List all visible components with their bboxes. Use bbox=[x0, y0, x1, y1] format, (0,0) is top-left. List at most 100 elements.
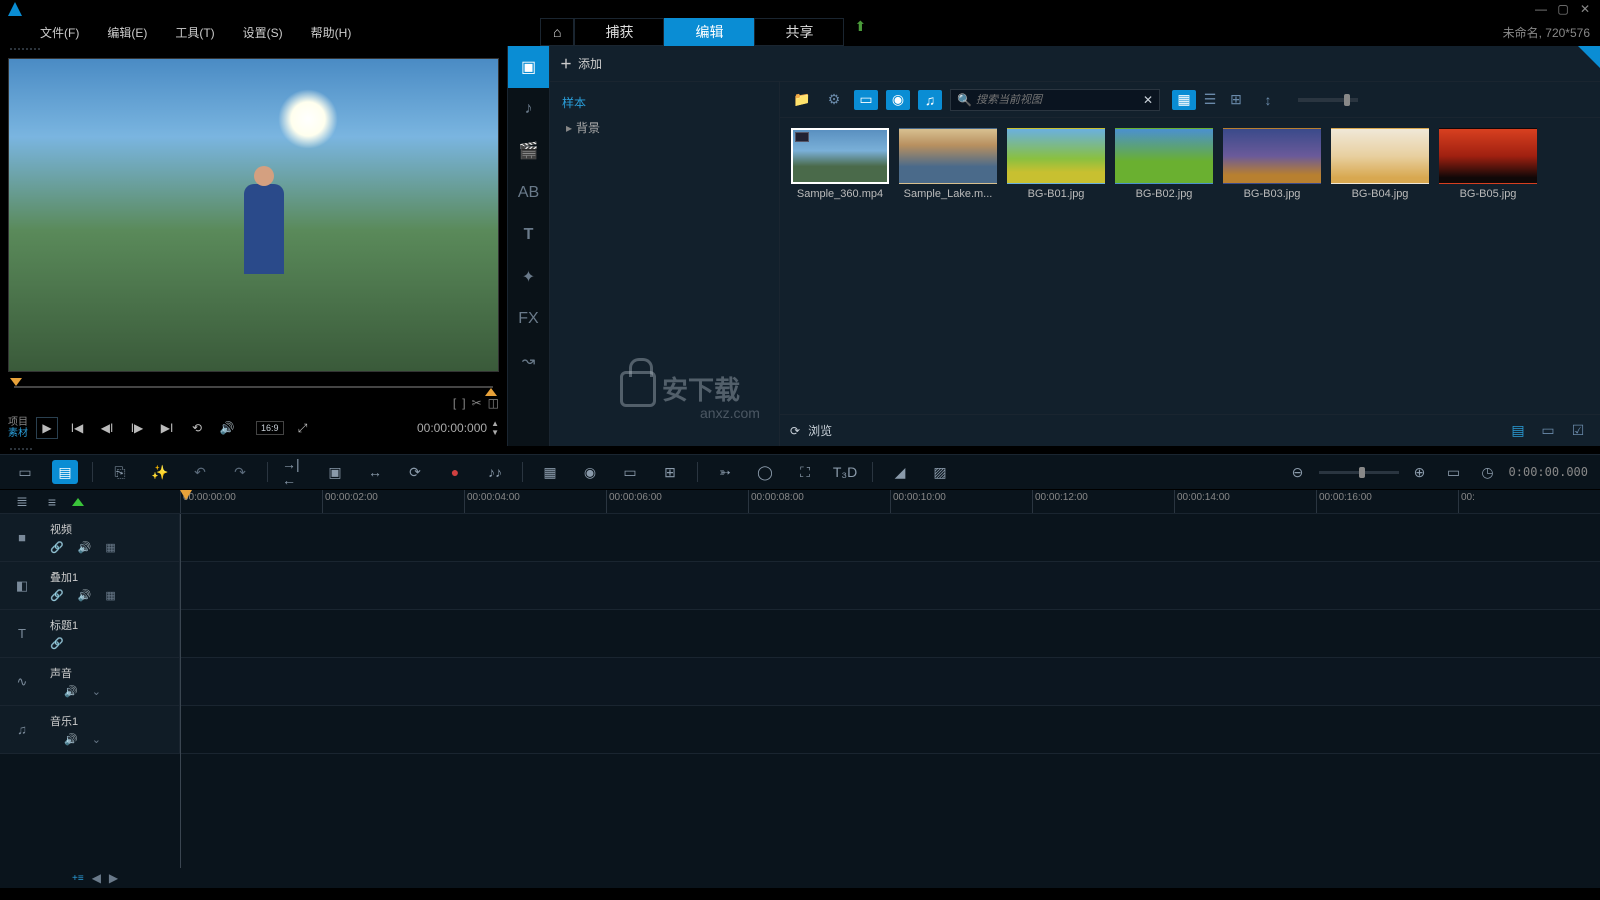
media-item[interactable]: BG-B04.jpg bbox=[1330, 128, 1430, 200]
overlay-icon[interactable]: ◉ bbox=[577, 460, 603, 484]
track-ctrl-icon[interactable]: 🔗 bbox=[50, 637, 64, 650]
crop-icon[interactable]: ▣ bbox=[322, 460, 348, 484]
menu-tools[interactable]: 工具(T) bbox=[175, 24, 214, 41]
go-start-button[interactable]: I◀ bbox=[66, 417, 88, 439]
zoom-in-icon[interactable]: ⊕ bbox=[1407, 460, 1433, 484]
track-ctrl-icon[interactable]: ⌄ bbox=[92, 733, 101, 746]
tab-share[interactable]: 共享 bbox=[754, 18, 844, 46]
track-ctrl-icon[interactable]: ▦ bbox=[105, 589, 115, 602]
track-lane[interactable] bbox=[180, 658, 1600, 705]
minimize-button[interactable]: — bbox=[1534, 3, 1548, 15]
storyboard-view-icon[interactable]: ▭ bbox=[12, 460, 38, 484]
track-ctrl-icon[interactable]: 🔗 bbox=[50, 589, 64, 602]
go-end-button[interactable]: ▶I bbox=[156, 417, 178, 439]
play-button[interactable]: ▶ bbox=[36, 417, 58, 439]
pan-zoom-icon[interactable]: ⛶ bbox=[792, 460, 818, 484]
libtab-audio[interactable]: ♪ bbox=[508, 88, 549, 130]
volume-button[interactable]: 🔊 bbox=[216, 417, 238, 439]
prev-frame-button[interactable]: ◀I bbox=[96, 417, 118, 439]
menu-edit[interactable]: 编辑(E) bbox=[107, 24, 147, 41]
track-lane[interactable] bbox=[180, 514, 1600, 561]
footer-panel-icon[interactable]: ▭ bbox=[1536, 421, 1560, 441]
scroll-right-icon[interactable]: ▶ bbox=[109, 871, 118, 885]
track-ctrl-icon[interactable]: 🔊 bbox=[78, 541, 92, 554]
loop-button[interactable]: ⟲ bbox=[186, 417, 208, 439]
preview-viewport[interactable] bbox=[8, 58, 499, 372]
media-item[interactable]: BG-B02.jpg bbox=[1114, 128, 1214, 200]
libtab-path[interactable]: ↝ bbox=[508, 340, 549, 382]
cut-icon[interactable]: ✂ bbox=[472, 396, 482, 410]
search-input[interactable]: 🔍 ✕ bbox=[950, 89, 1160, 111]
undo-icon[interactable]: ↶ bbox=[187, 460, 213, 484]
maximize-button[interactable]: ▢ bbox=[1556, 3, 1570, 15]
media-item[interactable]: Sample_360.mp4 bbox=[790, 128, 890, 200]
split-icon[interactable]: ◫ bbox=[488, 396, 499, 410]
subtitle-icon[interactable]: ⊞ bbox=[657, 460, 683, 484]
libtab-media[interactable]: ▣ bbox=[508, 46, 549, 88]
filter-image-icon[interactable]: ◉ bbox=[886, 90, 910, 110]
media-item[interactable]: Sample_Lake.m... bbox=[898, 128, 998, 200]
tab-home[interactable]: ⌂ bbox=[540, 18, 574, 46]
browse-icon[interactable]: ⟳ bbox=[790, 424, 800, 438]
track-motion-icon[interactable]: ◯ bbox=[752, 460, 778, 484]
menu-help[interactable]: 帮助(H) bbox=[311, 24, 352, 41]
tab-edit[interactable]: 编辑 bbox=[664, 18, 754, 46]
rotate-icon[interactable]: ⟳ bbox=[402, 460, 428, 484]
media-item[interactable]: BG-B03.jpg bbox=[1222, 128, 1322, 200]
track-add-icon[interactable] bbox=[72, 498, 84, 506]
fit-project-icon[interactable]: ▭ bbox=[1441, 460, 1467, 484]
timer-icon[interactable]: ◷ bbox=[1475, 460, 1501, 484]
3d-title-icon[interactable]: T₃D bbox=[832, 460, 858, 484]
browse-label[interactable]: 浏览 bbox=[808, 422, 832, 439]
media-item[interactable]: BG-B05.jpg bbox=[1438, 128, 1538, 200]
chapter-icon[interactable]: ▭ bbox=[617, 460, 643, 484]
timeline-view-icon[interactable]: ▤ bbox=[52, 460, 78, 484]
mode-project-label[interactable]: 项目 bbox=[8, 417, 28, 428]
track-opts1-icon[interactable]: ≣ bbox=[12, 493, 32, 511]
track-lane[interactable] bbox=[180, 706, 1600, 753]
view-thumb-icon[interactable]: ▦ bbox=[1172, 90, 1196, 110]
mode-clip-label[interactable]: 素材 bbox=[8, 428, 28, 439]
tool-fx-icon[interactable]: ✨ bbox=[147, 460, 173, 484]
track-ctrl-icon[interactable]: 🔊 bbox=[64, 733, 78, 746]
zoom-out-icon[interactable]: ⊖ bbox=[1285, 460, 1311, 484]
view-grid-icon[interactable]: ⊞ bbox=[1224, 90, 1248, 110]
next-frame-button[interactable]: I▶ bbox=[126, 417, 148, 439]
mark-out-icon[interactable]: ] bbox=[462, 396, 465, 410]
track-ctrl-icon[interactable]: 🔊 bbox=[64, 685, 78, 698]
mask-icon[interactable]: ◢ bbox=[887, 460, 913, 484]
view-list-icon[interactable]: ☰ bbox=[1198, 90, 1222, 110]
aspect-label[interactable]: 16:9 bbox=[256, 421, 284, 435]
track-ctrl-icon[interactable]: ▦ bbox=[105, 541, 115, 554]
track-lane[interactable] bbox=[180, 562, 1600, 609]
add-media-button[interactable]: ＋添加 bbox=[560, 55, 602, 72]
upload-icon[interactable]: ⬆ bbox=[854, 18, 866, 46]
filter-audio-icon[interactable]: ♫ bbox=[918, 90, 942, 110]
thumb-size-slider[interactable] bbox=[1298, 98, 1358, 102]
playhead-icon[interactable] bbox=[180, 490, 192, 500]
track-lane[interactable] bbox=[180, 610, 1600, 657]
footer-options-icon[interactable]: ☑ bbox=[1566, 421, 1590, 441]
add-track-icon[interactable]: +≡ bbox=[72, 873, 84, 884]
color-icon[interactable]: ▨ bbox=[927, 460, 953, 484]
folder-add-icon[interactable]: 📁 bbox=[790, 90, 814, 110]
record-icon[interactable]: ● bbox=[442, 460, 468, 484]
libtab-graphics[interactable]: ✦ bbox=[508, 256, 549, 298]
pin-icon[interactable] bbox=[1578, 46, 1600, 68]
libtab-fx[interactable]: FX bbox=[508, 298, 549, 340]
tree-samples[interactable]: 样本 bbox=[562, 90, 767, 115]
preview-scrubber[interactable] bbox=[8, 376, 499, 396]
footer-tree-icon[interactable]: ▤ bbox=[1506, 421, 1530, 441]
track-ctrl-icon[interactable]: ⌄ bbox=[92, 685, 101, 698]
expand-button[interactable]: ⤢ bbox=[292, 417, 314, 439]
track-ctrl-icon[interactable]: 🔗 bbox=[50, 541, 64, 554]
multicam-icon[interactable]: ▦ bbox=[537, 460, 563, 484]
scroll-left-icon[interactable]: ◀ bbox=[92, 871, 101, 885]
motion-icon[interactable]: ➳ bbox=[712, 460, 738, 484]
mark-in-icon[interactable]: [ bbox=[453, 396, 456, 410]
filter-video-icon[interactable]: ▭ bbox=[854, 90, 878, 110]
libtab-transition[interactable]: AB bbox=[508, 172, 549, 214]
close-button[interactable]: ✕ bbox=[1578, 3, 1592, 15]
tab-capture[interactable]: 捕获 bbox=[574, 18, 664, 46]
clear-search-icon[interactable]: ✕ bbox=[1143, 93, 1153, 107]
